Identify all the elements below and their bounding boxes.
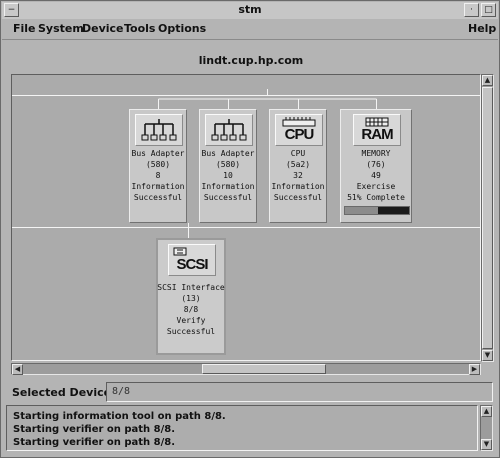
log-line: Starting verifier on path 8/8. xyxy=(13,424,176,435)
title-bar[interactable]: − stm · □ xyxy=(2,2,498,20)
device-id: (580) xyxy=(145,160,171,169)
bus-adapter-icon xyxy=(135,114,183,146)
menu-help-label: Help xyxy=(468,22,497,35)
device-path: 8 xyxy=(155,171,161,180)
device-id: (76) xyxy=(366,160,386,169)
device-id: (5a2) xyxy=(285,160,311,169)
device-type-label: MEMORY xyxy=(361,149,391,158)
device-cpu-32[interactable]: CPU CPU (5a2) 32 Information Successful xyxy=(269,109,327,223)
device-info: CPU (5a2) 32 Information Successful xyxy=(264,148,332,203)
log-scroll-up-arrow-icon[interactable]: ▲ xyxy=(481,406,492,417)
device-tool: Information xyxy=(201,182,255,191)
ram-icon: RAM xyxy=(353,114,401,146)
scroll-up-arrow-icon[interactable]: ▲ xyxy=(482,75,493,86)
device-scsi-interface-8-8[interactable]: SCSI SCSI Interface (13) 8/8 Verify Succ… xyxy=(156,238,226,355)
bus-adapter-icon xyxy=(205,114,253,146)
device-info: Bus Adapter (580) 10 Information Success… xyxy=(194,148,262,203)
maximize-button[interactable]: □ xyxy=(481,3,496,17)
ram-icon-text: RAM xyxy=(361,126,393,143)
menu-system-label: System xyxy=(38,22,84,35)
menu-file-label: File xyxy=(13,22,36,35)
log-line: Starting verifier on path 8/8. xyxy=(13,437,176,448)
device-path: 49 xyxy=(371,171,381,180)
device-bus-adapter-10[interactable]: Bus Adapter (580) 10 Information Success… xyxy=(199,109,257,223)
device-tool: Exercise xyxy=(356,182,396,191)
device-info: SCSI Interface (13) 8/8 Verify Successfu… xyxy=(152,282,230,337)
scroll-right-arrow-icon[interactable]: ▶ xyxy=(469,364,480,375)
scsi-icon-text: SCSI xyxy=(176,256,208,273)
device-status: Successful xyxy=(133,193,183,202)
menu-options[interactable]: Options xyxy=(158,22,206,35)
device-path: 8/8 xyxy=(183,305,199,314)
cpu-icon: CPU xyxy=(275,114,323,146)
activity-log[interactable]: Starting information tool on path 8/8. S… xyxy=(6,405,478,451)
system-hostname: lindt.cup.hp.com xyxy=(198,54,304,67)
device-id: (13) xyxy=(181,294,201,303)
menu-tools[interactable]: Tools xyxy=(124,22,155,35)
log-line: Starting information tool on path 8/8. xyxy=(13,411,226,422)
device-type-label: Bus Adapter xyxy=(201,149,255,158)
scroll-down-arrow-icon[interactable]: ▼ xyxy=(482,350,493,361)
menu-system[interactable]: System xyxy=(38,22,84,35)
canvas-vertical-scrollbar[interactable]: ▲ ▼ xyxy=(481,74,494,362)
selected-devices-value: 8/8 xyxy=(112,386,131,397)
window-title: stm xyxy=(238,3,262,16)
menu-file[interactable]: File xyxy=(13,22,36,35)
log-scroll-down-arrow-icon[interactable]: ▼ xyxy=(481,439,492,450)
device-type-label: CPU xyxy=(290,149,306,158)
minimize-button[interactable]: · xyxy=(464,3,479,17)
device-info: MEMORY (76) 49 Exercise 51% Complete xyxy=(335,148,417,203)
scroll-left-arrow-icon[interactable]: ◀ xyxy=(12,364,23,375)
menu-options-label: Options xyxy=(158,22,207,35)
menu-device-label: Device xyxy=(82,22,124,35)
device-tool: Verify xyxy=(176,316,206,325)
log-vertical-scrollbar[interactable]: ▲ ▼ xyxy=(480,405,493,451)
menu-help[interactable]: Help xyxy=(468,22,496,35)
device-status: Successful xyxy=(203,193,253,202)
device-bus-adapter-8[interactable]: Bus Adapter (580) 8 Information Successf… xyxy=(129,109,187,223)
progress-fill xyxy=(345,207,378,214)
horizontal-scroll-thumb[interactable] xyxy=(202,364,326,374)
device-type-label: Bus Adapter xyxy=(131,149,185,158)
menu-tools-label: Tools xyxy=(124,22,156,35)
device-type-label: SCSI Interface xyxy=(157,283,225,292)
device-map-canvas[interactable]: Bus Adapter (580) 8 Information Successf… xyxy=(11,74,481,361)
device-tool: Information xyxy=(131,182,185,191)
cpu-icon-text: CPU xyxy=(284,126,315,143)
device-status: Successful xyxy=(273,193,323,202)
canvas-horizontal-scrollbar[interactable]: ◀ ▶ xyxy=(11,363,481,375)
device-status: Successful xyxy=(166,327,216,336)
device-id: (580) xyxy=(215,160,241,169)
device-tool: Information xyxy=(271,182,325,191)
device-memory-49[interactable]: RAM MEMORY (76) 49 Exercise 51% Complete xyxy=(340,109,412,223)
menu-bar: File System Device Tools Options Help xyxy=(2,19,498,40)
scsi-icon: SCSI xyxy=(168,244,216,276)
menu-device[interactable]: Device xyxy=(82,22,124,35)
device-info: Bus Adapter (580) 8 Information Successf… xyxy=(124,148,192,203)
stm-window: − stm · □ File System Device Tools Optio… xyxy=(0,0,500,458)
exercise-progress-bar xyxy=(344,206,410,215)
selected-devices-field[interactable]: 8/8 xyxy=(106,382,493,402)
vertical-scroll-thumb[interactable] xyxy=(482,87,493,349)
device-progress-text: 51% Complete xyxy=(347,193,405,202)
device-path: 10 xyxy=(223,171,233,180)
device-path: 32 xyxy=(293,171,303,180)
